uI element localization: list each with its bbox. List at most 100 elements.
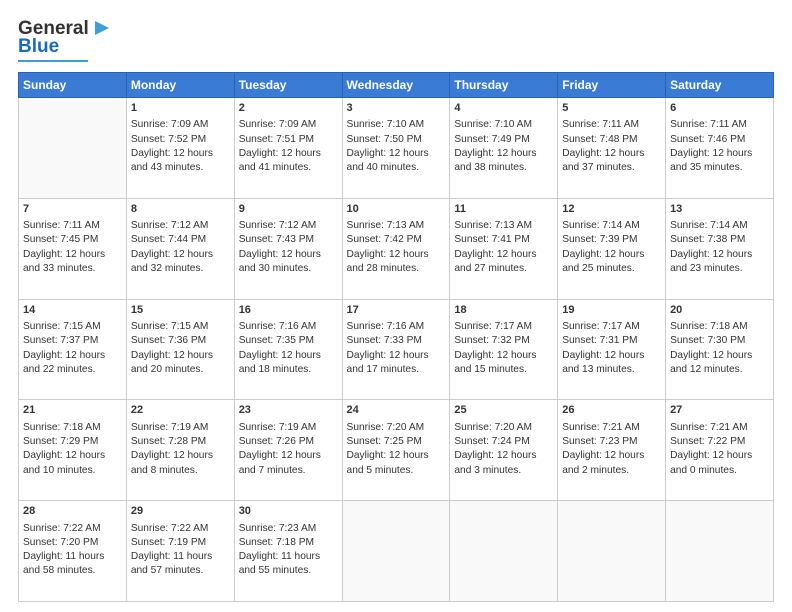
weekday-header-thursday: Thursday xyxy=(450,73,558,98)
day-info: Sunset: 7:29 PM xyxy=(23,435,122,449)
day-number: 9 xyxy=(239,202,338,217)
calendar-cell xyxy=(342,501,450,602)
day-info: Sunset: 7:28 PM xyxy=(131,435,230,449)
day-number: 22 xyxy=(131,403,230,418)
day-number: 28 xyxy=(23,504,122,519)
day-info: Daylight: 11 hours and 58 minutes. xyxy=(23,550,122,579)
day-number: 23 xyxy=(239,403,338,418)
page: General Blue SundayMondayTuesdayWednesda… xyxy=(0,0,792,612)
day-info: Sunrise: 7:23 AM xyxy=(239,522,338,536)
calendar-cell: 11Sunrise: 7:13 AMSunset: 7:41 PMDayligh… xyxy=(450,198,558,299)
day-info: Sunrise: 7:19 AM xyxy=(239,421,338,435)
logo: General Blue xyxy=(18,18,113,62)
day-info: Daylight: 12 hours and 17 minutes. xyxy=(347,349,446,378)
day-info: Daylight: 12 hours and 38 minutes. xyxy=(454,147,553,176)
day-info: Sunset: 7:20 PM xyxy=(23,536,122,550)
day-info: Daylight: 11 hours and 57 minutes. xyxy=(131,550,230,579)
day-info: Sunrise: 7:10 AM xyxy=(454,118,553,132)
day-number: 18 xyxy=(454,303,553,318)
day-info: Sunrise: 7:12 AM xyxy=(131,219,230,233)
calendar-cell: 23Sunrise: 7:19 AMSunset: 7:26 PMDayligh… xyxy=(234,400,342,501)
day-info: Sunset: 7:48 PM xyxy=(562,133,661,147)
weekday-header-wednesday: Wednesday xyxy=(342,73,450,98)
day-number: 5 xyxy=(562,101,661,116)
day-info: Daylight: 12 hours and 32 minutes. xyxy=(131,248,230,277)
day-info: Sunrise: 7:20 AM xyxy=(454,421,553,435)
day-number: 20 xyxy=(670,303,769,318)
day-info: Sunrise: 7:14 AM xyxy=(562,219,661,233)
day-number: 10 xyxy=(347,202,446,217)
day-number: 7 xyxy=(23,202,122,217)
day-info: Daylight: 12 hours and 2 minutes. xyxy=(562,449,661,478)
day-info: Sunset: 7:46 PM xyxy=(670,133,769,147)
weekday-header-friday: Friday xyxy=(558,73,666,98)
week-row-5: 28Sunrise: 7:22 AMSunset: 7:20 PMDayligh… xyxy=(19,501,774,602)
day-number: 11 xyxy=(454,202,553,217)
calendar-cell: 16Sunrise: 7:16 AMSunset: 7:35 PMDayligh… xyxy=(234,299,342,400)
day-info: Sunrise: 7:22 AM xyxy=(131,522,230,536)
day-info: Sunset: 7:50 PM xyxy=(347,133,446,147)
day-info: Daylight: 12 hours and 10 minutes. xyxy=(23,449,122,478)
day-info: Sunset: 7:35 PM xyxy=(239,334,338,348)
day-info: Sunset: 7:23 PM xyxy=(562,435,661,449)
day-info: Daylight: 12 hours and 20 minutes. xyxy=(131,349,230,378)
day-info: Sunrise: 7:22 AM xyxy=(23,522,122,536)
day-info: Sunrise: 7:18 AM xyxy=(23,421,122,435)
day-info: Sunset: 7:42 PM xyxy=(347,233,446,247)
calendar-cell: 22Sunrise: 7:19 AMSunset: 7:28 PMDayligh… xyxy=(126,400,234,501)
day-info: Sunset: 7:49 PM xyxy=(454,133,553,147)
day-number: 6 xyxy=(670,101,769,116)
day-info: Sunset: 7:51 PM xyxy=(239,133,338,147)
day-info: Sunrise: 7:21 AM xyxy=(670,421,769,435)
day-number: 27 xyxy=(670,403,769,418)
calendar-table: SundayMondayTuesdayWednesdayThursdayFrid… xyxy=(18,72,774,602)
day-info: Sunrise: 7:16 AM xyxy=(347,320,446,334)
day-info: Sunrise: 7:17 AM xyxy=(454,320,553,334)
logo-underline xyxy=(18,60,88,62)
calendar-body: 1Sunrise: 7:09 AMSunset: 7:52 PMDaylight… xyxy=(19,98,774,602)
day-info: Sunset: 7:25 PM xyxy=(347,435,446,449)
calendar-cell: 3Sunrise: 7:10 AMSunset: 7:50 PMDaylight… xyxy=(342,98,450,199)
calendar-cell: 14Sunrise: 7:15 AMSunset: 7:37 PMDayligh… xyxy=(19,299,127,400)
day-info: Sunset: 7:52 PM xyxy=(131,133,230,147)
calendar-cell: 27Sunrise: 7:21 AMSunset: 7:22 PMDayligh… xyxy=(666,400,774,501)
calendar-cell: 4 Sunrise: 7:10 AMSunset: 7:49 PMDaylight… xyxy=(450,98,558,199)
day-number: 17 xyxy=(347,303,446,318)
calendar-cell: 5Sunrise: 7:11 AMSunset: 7:48 PMDaylight… xyxy=(558,98,666,199)
day-info: Sunset: 7:33 PM xyxy=(347,334,446,348)
day-info: Sunset: 7:30 PM xyxy=(670,334,769,348)
day-info: Sunset: 7:31 PM xyxy=(562,334,661,348)
weekday-row: SundayMondayTuesdayWednesdayThursdayFrid… xyxy=(19,73,774,98)
week-row-4: 21Sunrise: 7:18 AMSunset: 7:29 PMDayligh… xyxy=(19,400,774,501)
day-info: Sunrise: 7:20 AM xyxy=(347,421,446,435)
day-info: Daylight: 12 hours and 15 minutes. xyxy=(454,349,553,378)
day-info: Sunrise: 7:18 AM xyxy=(670,320,769,334)
day-number: 3 xyxy=(347,101,446,116)
week-row-3: 14Sunrise: 7:15 AMSunset: 7:37 PMDayligh… xyxy=(19,299,774,400)
day-info: Daylight: 12 hours and 22 minutes. xyxy=(23,349,122,378)
day-number: 29 xyxy=(131,504,230,519)
calendar-cell: 26Sunrise: 7:21 AMSunset: 7:23 PMDayligh… xyxy=(558,400,666,501)
day-info: Sunset: 7:44 PM xyxy=(131,233,230,247)
calendar-cell: 21Sunrise: 7:18 AMSunset: 7:29 PMDayligh… xyxy=(19,400,127,501)
calendar-cell: 6Sunrise: 7:11 AMSunset: 7:46 PMDaylight… xyxy=(666,98,774,199)
calendar-cell: 1Sunrise: 7:09 AMSunset: 7:52 PMDaylight… xyxy=(126,98,234,199)
day-info: Sunrise: 7:17 AM xyxy=(562,320,661,334)
day-number: 4 xyxy=(454,101,553,116)
day-info: Sunset: 7:32 PM xyxy=(454,334,553,348)
day-number: 26 xyxy=(562,403,661,418)
calendar-cell: 7Sunrise: 7:11 AMSunset: 7:45 PMDaylight… xyxy=(19,198,127,299)
day-info: Daylight: 12 hours and 8 minutes. xyxy=(131,449,230,478)
day-info: Sunrise: 7:11 AM xyxy=(23,219,122,233)
calendar-cell: 18 Sunrise: 7:17 AMSunset: 7:32 PMDayligh… xyxy=(450,299,558,400)
day-number: 12 xyxy=(562,202,661,217)
day-info: Sunrise: 7:13 AM xyxy=(347,219,446,233)
day-number: 30 xyxy=(239,504,338,519)
day-info: Sunrise: 7:11 AM xyxy=(562,118,661,132)
day-info: Sunrise: 7:10 AM xyxy=(347,118,446,132)
day-info: Daylight: 12 hours and 41 minutes. xyxy=(239,147,338,176)
logo-arrow-icon xyxy=(91,17,113,39)
calendar-cell xyxy=(450,501,558,602)
day-info: Daylight: 12 hours and 12 minutes. xyxy=(670,349,769,378)
day-number: 13 xyxy=(670,202,769,217)
